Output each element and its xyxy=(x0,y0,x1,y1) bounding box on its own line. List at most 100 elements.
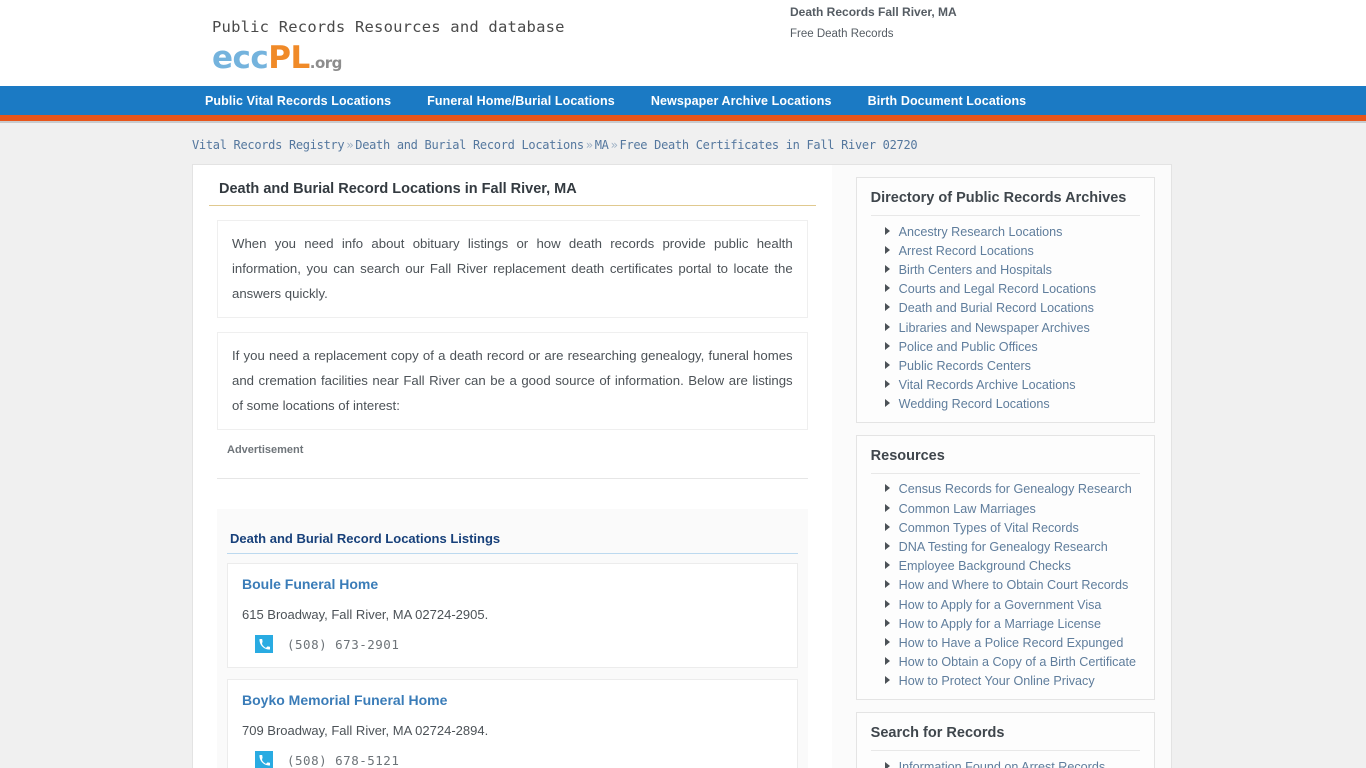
list-item[interactable]: Vital Records Archive Locations xyxy=(871,376,1140,395)
page-title: Death and Burial Record Locations in Fal… xyxy=(209,181,816,206)
advertisement-label: Advertisement xyxy=(227,444,304,456)
nav-item-public-vital-records[interactable]: Public Vital Records Locations xyxy=(205,94,391,108)
sidebar-link[interactable]: Libraries and Newspaper Archives xyxy=(899,321,1090,335)
site-header: Public Records Resources and database ec… xyxy=(0,0,1366,86)
chevron-right-icon xyxy=(884,360,890,369)
sidebar-link[interactable]: How and Where to Obtain Court Records xyxy=(899,578,1129,592)
chevron-right-icon xyxy=(884,657,890,666)
list-item[interactable]: DNA Testing for Genealogy Research xyxy=(871,537,1140,556)
intro-paragraph-2: If you need a replacement copy of a deat… xyxy=(217,332,808,430)
list-item[interactable]: How to Apply for a Government Visa xyxy=(871,595,1140,614)
sidebar-link[interactable]: Death and Burial Record Locations xyxy=(899,301,1094,315)
list-item[interactable]: Common Types of Vital Records xyxy=(871,518,1140,537)
sidebar-link[interactable]: How to Have a Police Record Expunged xyxy=(899,636,1124,650)
chevron-right-icon xyxy=(884,618,890,627)
header-right-subtitle: Free Death Records xyxy=(790,28,894,40)
logo-part-pl: PL xyxy=(268,40,310,76)
chevron-right-icon xyxy=(884,399,890,408)
list-item[interactable]: Common Law Marriages xyxy=(871,499,1140,518)
sidebar-link[interactable]: Information Found on Arrest Records xyxy=(899,760,1106,768)
list-item[interactable]: Libraries and Newspaper Archives xyxy=(871,318,1140,337)
chevron-right-icon xyxy=(884,761,890,768)
widget-directory-of-public-records-archives: Directory of Public Records Archives Anc… xyxy=(855,177,1155,423)
chevron-right-icon xyxy=(884,341,890,350)
sidebar-link[interactable]: DNA Testing for Genealogy Research xyxy=(899,540,1108,554)
list-item[interactable]: How to Apply for a Marriage License xyxy=(871,614,1140,633)
chevron-right-icon xyxy=(884,522,890,531)
nav-item-funeral-home-burial[interactable]: Funeral Home/Burial Locations xyxy=(427,94,615,108)
sidebar-link[interactable]: Police and Public Offices xyxy=(899,340,1038,354)
sidebar-link[interactable]: How to Protect Your Online Privacy xyxy=(899,674,1095,688)
list-item[interactable]: Birth Centers and Hospitals xyxy=(871,260,1140,279)
list-item[interactable]: Wedding Record Locations xyxy=(871,395,1140,414)
sidebar-link[interactable]: Common Types of Vital Records xyxy=(899,521,1079,535)
chevron-right-icon xyxy=(884,542,890,551)
sidebar-link[interactable]: Ancestry Research Locations xyxy=(899,225,1063,239)
chevron-right-icon xyxy=(884,599,890,608)
widget-title: Search for Records xyxy=(870,723,1140,751)
sidebar-link[interactable]: Birth Centers and Hospitals xyxy=(899,263,1052,277)
chevron-right-icon xyxy=(884,637,890,646)
widget-title: Resources xyxy=(870,446,1140,474)
breadcrumb-separator: » xyxy=(346,138,354,152)
nav-bottom-line xyxy=(0,121,1366,123)
widget-link-list: Information Found on Arrest Records Morm… xyxy=(871,757,1140,768)
sidebar-link[interactable]: How to Apply for a Government Visa xyxy=(899,598,1102,612)
list-item[interactable]: Boyko Memorial Funeral Home 709 Broadway… xyxy=(227,679,798,768)
site-tagline: Public Records Resources and database xyxy=(212,18,565,36)
breadcrumb-item-0[interactable]: Vital Records Registry xyxy=(192,138,345,152)
list-item[interactable]: Information Found on Arrest Records xyxy=(871,757,1140,768)
chevron-right-icon xyxy=(884,676,890,685)
list-item[interactable]: Employee Background Checks xyxy=(871,557,1140,576)
list-item[interactable]: How and Where to Obtain Court Records xyxy=(871,576,1140,595)
breadcrumb-item-3[interactable]: Free Death Certificates in Fall River 02… xyxy=(620,138,918,152)
advertisement-block: Advertisement xyxy=(217,444,808,479)
brand-block[interactable]: Public Records Resources and database ec… xyxy=(212,18,565,74)
phone-icon xyxy=(255,635,273,653)
sidebar-link[interactable]: Census Records for Genealogy Research xyxy=(899,482,1132,496)
site-logo[interactable]: eccPL.org xyxy=(212,43,565,74)
sidebar-link[interactable]: Common Law Marriages xyxy=(899,502,1036,516)
listing-name[interactable]: Boule Funeral Home xyxy=(242,576,783,592)
listing-phone-row[interactable]: (508) 673-2901 xyxy=(242,635,783,653)
chevron-right-icon xyxy=(884,380,890,389)
nav-item-newspaper-archive[interactable]: Newspaper Archive Locations xyxy=(651,94,832,108)
chevron-right-icon xyxy=(884,303,890,312)
listing-phone-row[interactable]: (508) 678-5121 xyxy=(242,751,783,768)
breadcrumb-item-2[interactable]: MA xyxy=(595,138,609,152)
widget-link-list: Census Records for Genealogy Research Co… xyxy=(871,480,1140,691)
sidebar-link[interactable]: Public Records Centers xyxy=(899,359,1031,373)
list-item[interactable]: Boule Funeral Home 615 Broadway, Fall Ri… xyxy=(227,563,798,668)
sidebar-link[interactable]: How to Apply for a Marriage License xyxy=(899,617,1101,631)
listings-panel: Death and Burial Record Locations Listin… xyxy=(217,509,808,768)
list-item[interactable]: How to Obtain a Copy of a Birth Certific… xyxy=(871,653,1140,672)
listing-name[interactable]: Boyko Memorial Funeral Home xyxy=(242,692,783,708)
list-item[interactable]: Courts and Legal Record Locations xyxy=(871,280,1140,299)
list-item[interactable]: Arrest Record Locations xyxy=(871,241,1140,260)
chevron-right-icon xyxy=(884,284,890,293)
sidebar-link[interactable]: How to Obtain a Copy of a Birth Certific… xyxy=(899,655,1136,669)
list-item[interactable]: How to Have a Police Record Expunged xyxy=(871,633,1140,652)
list-item[interactable]: Census Records for Genealogy Research xyxy=(871,480,1140,499)
list-item[interactable]: Ancestry Research Locations xyxy=(871,222,1140,241)
list-item[interactable]: Death and Burial Record Locations xyxy=(871,299,1140,318)
chevron-right-icon xyxy=(884,226,890,235)
list-item[interactable]: Police and Public Offices xyxy=(871,337,1140,356)
chevron-right-icon xyxy=(884,245,890,254)
sidebar-link[interactable]: Employee Background Checks xyxy=(899,559,1071,573)
breadcrumb-separator: » xyxy=(585,138,593,152)
sidebar-link[interactable]: Arrest Record Locations xyxy=(899,244,1034,258)
nav-item-birth-document[interactable]: Birth Document Locations xyxy=(868,94,1027,108)
page-body: Vital Records Registry» Death and Burial … xyxy=(0,123,1366,768)
sidebar-link[interactable]: Vital Records Archive Locations xyxy=(899,378,1076,392)
listing-address: 615 Broadway, Fall River, MA 02724-2905. xyxy=(242,607,489,622)
listing-phone-number: (508) 678-5121 xyxy=(287,752,400,768)
sidebar-link[interactable]: Wedding Record Locations xyxy=(899,397,1050,411)
header-right-text: Death Records Fall River, MA Free Death … xyxy=(790,5,957,40)
breadcrumb-item-1[interactable]: Death and Burial Record Locations xyxy=(355,138,584,152)
chevron-right-icon xyxy=(884,264,890,273)
logo-part-org: .org xyxy=(309,54,343,72)
list-item[interactable]: How to Protect Your Online Privacy xyxy=(871,672,1140,691)
list-item[interactable]: Public Records Centers xyxy=(871,356,1140,375)
sidebar-link[interactable]: Courts and Legal Record Locations xyxy=(899,282,1096,296)
